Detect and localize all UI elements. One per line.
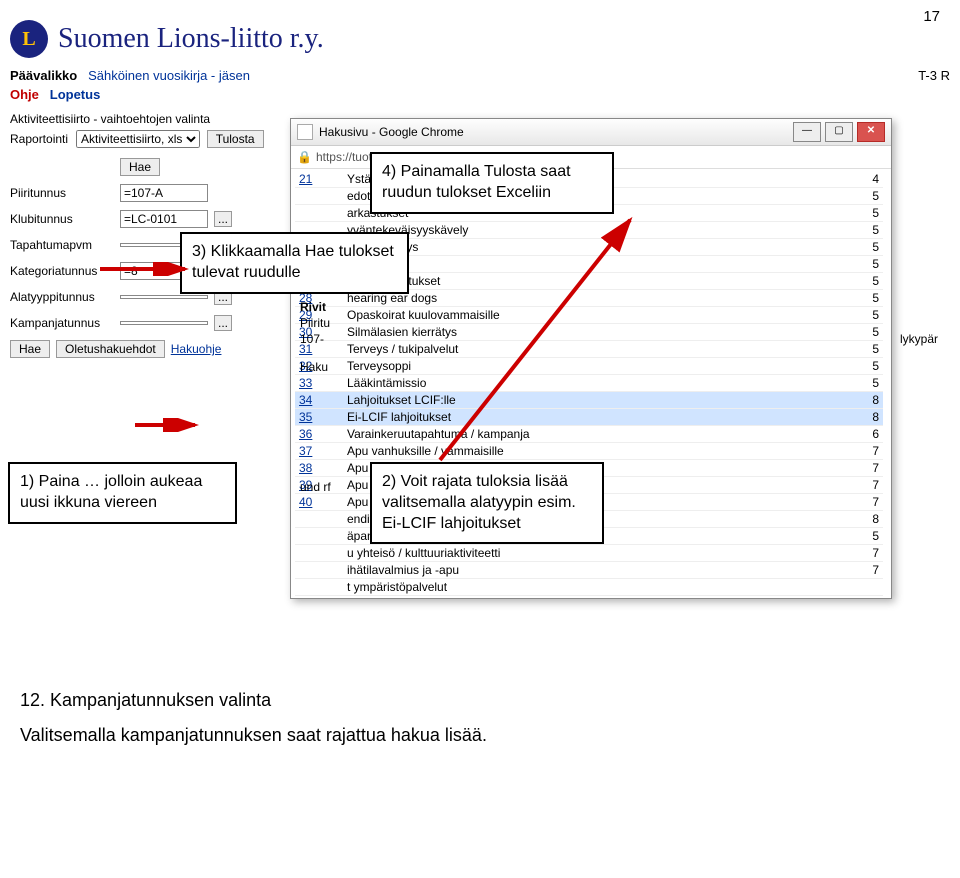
callout-1: 1) Paina … jolloin aukeaa uusi ikkuna vi… [8, 462, 237, 524]
header: L Suomen Lions-liitto r.y. [0, 0, 960, 66]
bottom-section: 12. Kampanjatunnuksen valinta Valitsemal… [20, 690, 487, 746]
nav-vuosikirja[interactable]: Sähköinen vuosikirja - jäsen [88, 68, 250, 83]
nav-ohje[interactable]: Ohje [10, 87, 39, 102]
hakuohje-link[interactable]: Hakuohje [171, 342, 222, 356]
haku-text: Haku [300, 360, 328, 374]
maximize-button[interactable]: ▢ [825, 122, 853, 142]
popup-titlebar[interactable]: Hakusivu - Google Chrome — ▢ ✕ [291, 119, 891, 146]
kam-label: Kampanjatunnus [10, 316, 120, 330]
top-nav: Päävalikko Sähköinen vuosikirja - jäsen … [0, 66, 960, 85]
lock-icon: 🔒 [297, 150, 312, 164]
nav-lopetus[interactable]: Lopetus [50, 87, 101, 102]
klubi-value[interactable]: =LC-0101 [120, 210, 208, 228]
nav-paavalikko[interactable]: Päävalikko [10, 68, 77, 83]
raportointi-select[interactable]: Aktiviteettisiirto, xls [76, 130, 200, 148]
piiri-value[interactable]: =107-A [120, 184, 208, 202]
tulosta-button[interactable]: Tulosta [207, 130, 264, 148]
bottom-paragraph: Valitsemalla kampanjatunnuksen saat raja… [20, 725, 487, 746]
popup-title-text: Hakusivu - Google Chrome [319, 125, 464, 139]
rivit-text: Rivit [300, 300, 326, 314]
bottom-heading: 12. Kampanjatunnuksen valinta [20, 690, 487, 711]
kam-value[interactable] [120, 321, 208, 325]
table-row[interactable]: ihätilavalmius ja -apu7 [295, 562, 883, 579]
lions-logo: L [10, 20, 48, 58]
hae-button-top[interactable]: Hae [120, 158, 160, 176]
table-row[interactable]: t ympäristöpalvelut [295, 579, 883, 596]
minimize-button[interactable]: — [793, 122, 821, 142]
callout-3: 3) Klikkaamalla Hae tulokset tulevat ruu… [180, 232, 409, 294]
piiri-label: Piiritunnus [10, 186, 120, 200]
piiritu-text: Piiritu [300, 316, 330, 330]
oletus-button[interactable]: Oletushakuehdot [56, 340, 165, 358]
page-number: 17 [923, 8, 940, 25]
l107-text: 107- [300, 332, 324, 346]
nav-right: T-3 R [918, 68, 950, 83]
callout-2: 2) Voit rajata tuloksia lisää valitsemal… [370, 462, 604, 544]
callout-4: 4) Painamalla Tulosta saat ruudun tuloks… [370, 152, 614, 214]
arrow-list [430, 210, 650, 470]
org-title: Suomen Lions-liitto r.y. [58, 23, 324, 55]
bg-text: lykypär [900, 332, 938, 346]
ala-value[interactable] [120, 295, 208, 299]
klubi-label: Klubitunnus [10, 212, 120, 226]
undrf-text: und rf [300, 480, 331, 494]
ala-label: Alatyyppitunnus [10, 290, 120, 304]
raportointi-label: Raportointi [10, 132, 76, 146]
sub-nav: Ohje Lopetus [0, 85, 960, 104]
tap-label: Tapahtumapvm [10, 238, 120, 252]
hae-button-bottom[interactable]: Hae [10, 340, 50, 358]
table-row[interactable]: u yhteisö / kulttuuriaktiviteetti7 [295, 545, 883, 562]
document-icon [297, 124, 313, 140]
kam-ellipsis[interactable]: ... [214, 315, 232, 331]
klubi-ellipsis[interactable]: ... [214, 211, 232, 227]
close-button[interactable]: ✕ [857, 122, 885, 142]
arrow-ellipsis [135, 418, 205, 432]
arrow-hae [100, 262, 195, 276]
